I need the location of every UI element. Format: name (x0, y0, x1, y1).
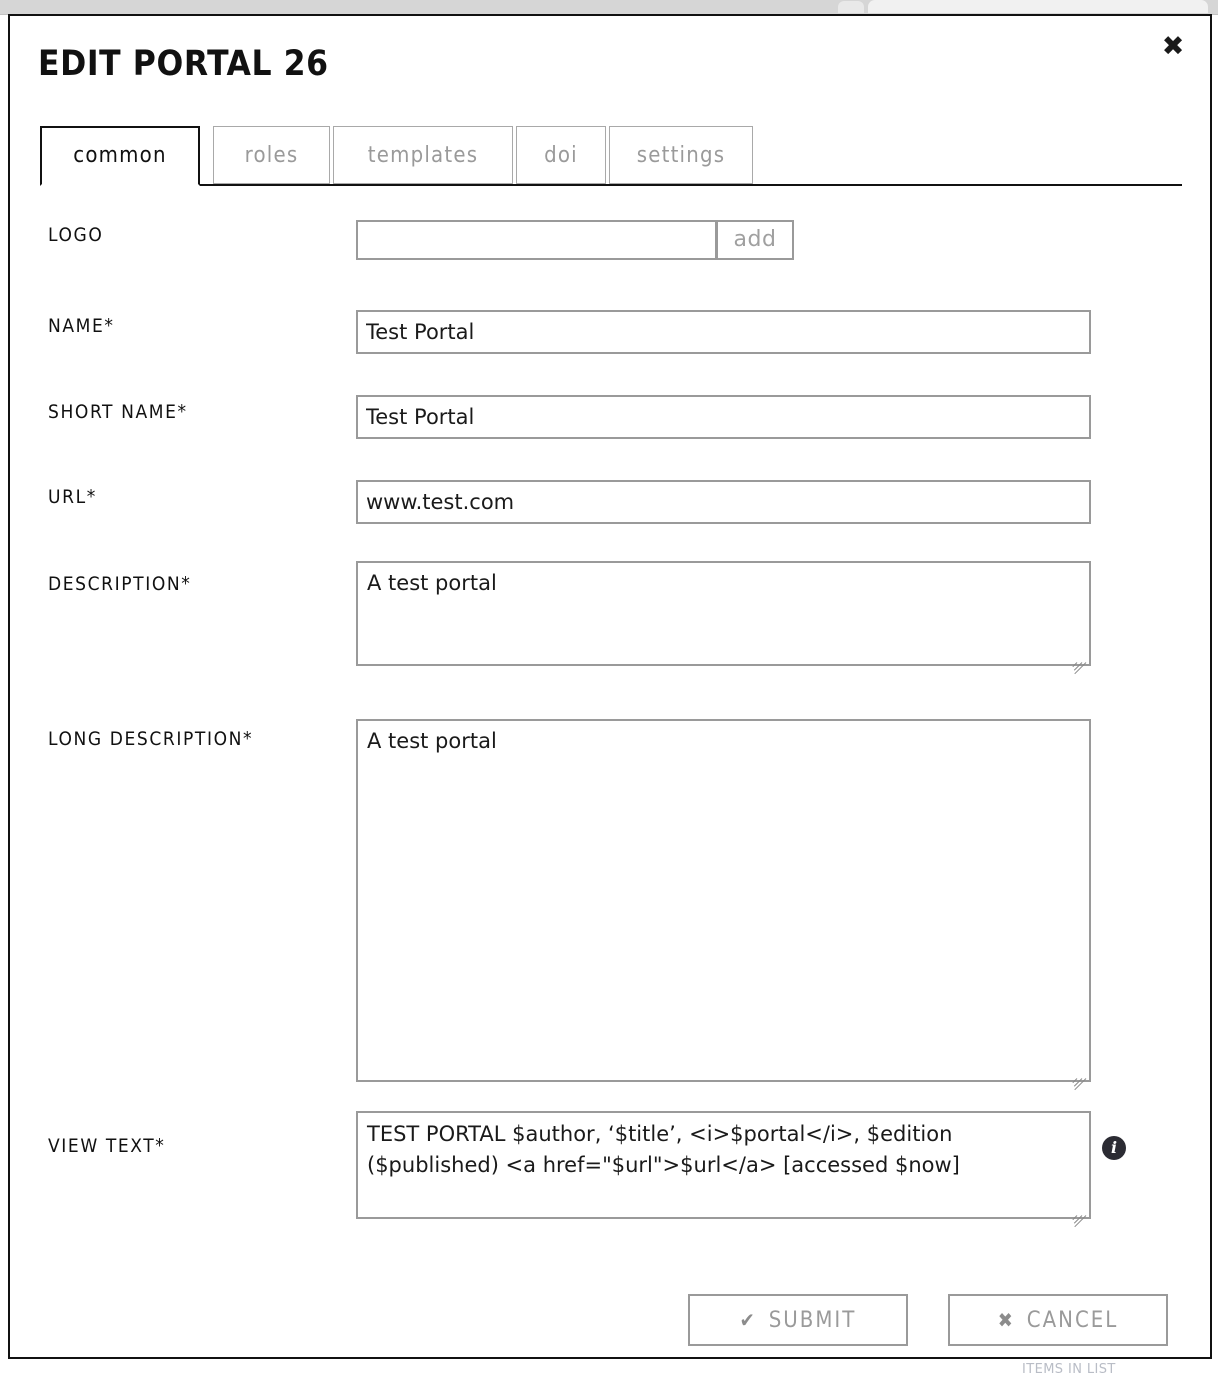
tab-bar: common roles templates doi settings (40, 126, 1182, 188)
submit-button[interactable]: ✔ SUBMIT (688, 1294, 908, 1346)
tab-settings[interactable]: settings (609, 126, 753, 184)
name-input[interactable] (356, 310, 1091, 354)
description-label: DESCRIPTION* (48, 573, 192, 595)
short-name-input[interactable] (356, 395, 1091, 439)
long-description-textarea[interactable] (356, 719, 1091, 1082)
short-name-label: SHORT NAME* (48, 401, 188, 423)
tab-roles[interactable]: roles (213, 126, 330, 184)
page-title: EDIT PORTAL 26 (38, 44, 329, 84)
info-icon[interactable]: i (1102, 1136, 1126, 1160)
cancel-button-label: CANCEL (1026, 1308, 1119, 1333)
logo-input[interactable] (356, 220, 717, 260)
background-page-cut-text: ITEMS IN LIST (1022, 1362, 1116, 1373)
cancel-button[interactable]: ✖ CANCEL (948, 1294, 1168, 1346)
tab-templates[interactable]: templates (333, 126, 513, 184)
description-textarea[interactable] (356, 561, 1091, 666)
tab-doi[interactable]: doi (516, 126, 606, 184)
view-text-textarea[interactable] (356, 1111, 1091, 1219)
logo-add-button[interactable]: add (716, 220, 794, 260)
tab-bar-underline (40, 184, 1182, 186)
tab-common[interactable]: common (40, 126, 200, 186)
check-icon: ✔ (739, 1308, 757, 1332)
tab-doi-label: doi (544, 143, 578, 168)
name-label: NAME* (48, 315, 115, 337)
tab-templates-label: templates (367, 143, 479, 168)
close-icon[interactable]: ✖ (1158, 32, 1188, 62)
tab-common-label: common (73, 143, 167, 168)
browser-chrome-strip (0, 0, 1218, 15)
tab-roles-label: roles (244, 143, 299, 168)
submit-button-label: SUBMIT (768, 1308, 857, 1333)
long-description-label: LONG DESCRIPTION* (48, 728, 254, 750)
view-text-label: VIEW TEXT* (48, 1135, 166, 1157)
edit-portal-dialog: ✖ EDIT PORTAL 26 common roles templates … (8, 14, 1212, 1359)
cross-icon: ✖ (997, 1308, 1015, 1332)
tab-settings-label: settings (636, 143, 726, 168)
browser-tab-active[interactable] (868, 0, 1208, 13)
url-label: URL* (48, 486, 97, 508)
logo-label: LOGO (48, 224, 104, 246)
browser-tab-previous[interactable] (838, 1, 864, 13)
url-input[interactable] (356, 480, 1091, 524)
